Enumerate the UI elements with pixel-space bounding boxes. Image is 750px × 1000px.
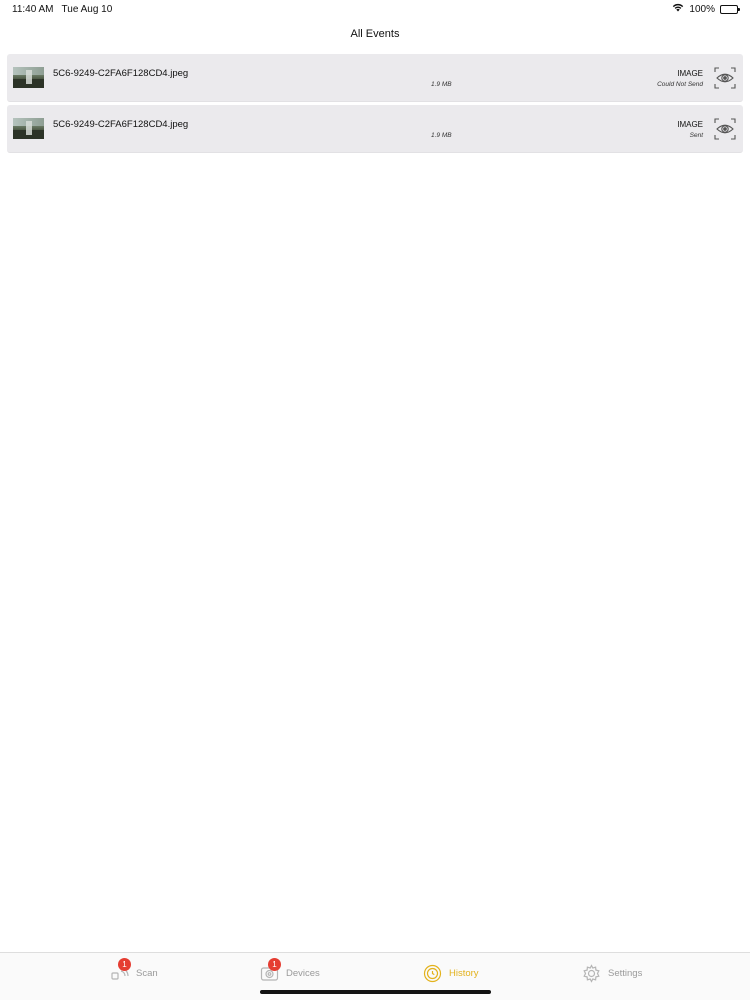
screen: 11:40 AM Tue Aug 10 100% All Events 5C6-…	[0, 0, 750, 1000]
status-left: 11:40 AM Tue Aug 10	[12, 4, 112, 15]
tab-devices-label: Devices	[286, 967, 320, 979]
scan-icon: 1	[110, 957, 131, 983]
event-status: Could Not Send	[657, 81, 703, 88]
event-row[interactable]: 5C6-9249-C2FA6F128CD4.jpeg 1.9 MB IMAGE …	[7, 54, 743, 102]
status-date: Tue Aug 10	[61, 4, 113, 15]
tab-scan-label: Scan	[136, 967, 158, 979]
tab-settings-label: Settings	[608, 967, 643, 979]
event-type: IMAGE	[677, 69, 703, 78]
event-thumbnail	[13, 118, 44, 139]
event-thumbnail	[13, 67, 44, 88]
tab-history[interactable]: History	[423, 962, 479, 984]
battery-percent: 100%	[689, 3, 715, 15]
wifi-icon	[672, 3, 684, 15]
settings-icon	[582, 963, 601, 983]
tab-devices[interactable]: 1 Devices	[260, 957, 320, 984]
page-title: All Events	[350, 28, 400, 40]
tab-settings[interactable]: Settings	[582, 962, 642, 984]
eye-icon[interactable]	[714, 67, 736, 89]
battery-icon	[720, 4, 740, 14]
event-filesize: 1.9 MB	[431, 132, 452, 139]
eye-icon[interactable]	[714, 118, 736, 140]
event-list: 5C6-9249-C2FA6F128CD4.jpeg 1.9 MB IMAGE …	[7, 54, 743, 156]
status-bar: 11:40 AM Tue Aug 10 100%	[0, 0, 750, 20]
event-filename: 5C6-9249-C2FA6F128CD4.jpeg	[53, 68, 189, 79]
home-indicator	[260, 990, 491, 994]
devices-badge: 1	[268, 957, 281, 971]
scan-badge: 1	[118, 957, 131, 971]
devices-icon: 1	[260, 957, 281, 983]
event-type: IMAGE	[677, 120, 703, 129]
status-right: 100%	[672, 3, 740, 15]
tab-scan[interactable]: 1 Scan	[110, 957, 158, 984]
tab-history-label: History	[449, 967, 479, 979]
event-status: Sent	[689, 132, 703, 139]
event-filesize: 1.9 MB	[431, 81, 452, 88]
event-row[interactable]: 5C6-9249-C2FA6F128CD4.jpeg 1.9 MB IMAGE …	[7, 105, 743, 153]
status-time: 11:40 AM	[12, 4, 54, 15]
history-icon	[423, 964, 442, 983]
event-filename: 5C6-9249-C2FA6F128CD4.jpeg	[53, 119, 189, 130]
